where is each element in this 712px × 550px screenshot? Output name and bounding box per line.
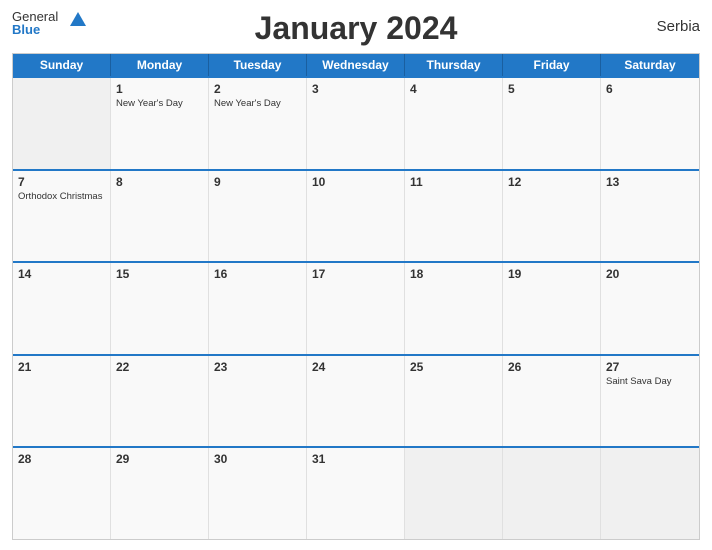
day-number: 11: [410, 175, 497, 189]
day-number: 26: [508, 360, 595, 374]
calendar-week: 14 15 16 17 18 19 20: [13, 261, 699, 354]
day-number: 8: [116, 175, 203, 189]
page: General Blue January 2024 Serbia SundayM…: [0, 0, 712, 550]
day-number: 13: [606, 175, 694, 189]
calendar-cell: 2 New Year's Day: [209, 78, 307, 169]
calendar-cell: 23: [209, 356, 307, 447]
calendar-cell: 25: [405, 356, 503, 447]
day-number: 25: [410, 360, 497, 374]
calendar-cell: 18: [405, 263, 503, 354]
calendar-cell: 21: [13, 356, 111, 447]
day-number: 15: [116, 267, 203, 281]
day-of-week-header: Sunday: [13, 54, 111, 76]
calendar-cell: 16: [209, 263, 307, 354]
calendar-cell: 4: [405, 78, 503, 169]
day-number: 12: [508, 175, 595, 189]
event-label: Saint Sava Day: [606, 376, 694, 388]
calendar-cell: [601, 448, 699, 539]
calendar-cell: 15: [111, 263, 209, 354]
day-number: 10: [312, 175, 399, 189]
calendar-body: 1 New Year's Day 2 New Year's Day 3456 7 Ortho…: [13, 76, 699, 539]
calendar-cell: 28: [13, 448, 111, 539]
calendar-cell: 9: [209, 171, 307, 262]
day-number: 24: [312, 360, 399, 374]
calendar-header: General Blue January 2024 Serbia: [12, 10, 700, 47]
calendar-week: 7 Orthodox Christmas 89 10 11 12 13: [13, 169, 699, 262]
calendar-cell: 19: [503, 263, 601, 354]
event-label: Orthodox Christmas: [18, 191, 105, 203]
calendar-cell: [13, 78, 111, 169]
day-number: 2: [214, 82, 301, 96]
day-number: 9: [214, 175, 301, 189]
calendar-cell: 1 New Year's Day: [111, 78, 209, 169]
calendar-week: 1 New Year's Day 2 New Year's Day 3456: [13, 76, 699, 169]
calendar-cell: 3: [307, 78, 405, 169]
event-label: New Year's Day: [214, 98, 301, 110]
calendar-cell: 11: [405, 171, 503, 262]
event-label: New Year's Day: [116, 98, 203, 110]
calendar-cell: 27 Saint Sava Day: [601, 356, 699, 447]
day-number: 5: [508, 82, 595, 96]
country-label: Serbia: [657, 18, 700, 35]
day-number: 6: [606, 82, 694, 96]
logo-triangle-icon: [70, 12, 86, 26]
day-of-week-header: Monday: [111, 54, 209, 76]
calendar-cell: 31: [307, 448, 405, 539]
calendar-cell: 13: [601, 171, 699, 262]
day-number: 30: [214, 452, 301, 466]
calendar-cell: 17: [307, 263, 405, 354]
calendar-cell: [503, 448, 601, 539]
day-number: 22: [116, 360, 203, 374]
calendar-cell: 29: [111, 448, 209, 539]
calendar-header-row: SundayMondayTuesdayWednesdayThursdayFrid…: [13, 54, 699, 76]
calendar-cell: 24: [307, 356, 405, 447]
calendar-cell: [405, 448, 503, 539]
day-number: 14: [18, 267, 105, 281]
calendar-cell: 26: [503, 356, 601, 447]
day-number: 7: [18, 175, 105, 189]
day-number: 23: [214, 360, 301, 374]
calendar-cell: 30: [209, 448, 307, 539]
day-number: 28: [18, 452, 105, 466]
day-of-week-header: Thursday: [405, 54, 503, 76]
day-number: 27: [606, 360, 694, 374]
day-number: 20: [606, 267, 694, 281]
calendar-cell: 10: [307, 171, 405, 262]
day-number: 29: [116, 452, 203, 466]
calendar-grid: SundayMondayTuesdayWednesdayThursdayFrid…: [12, 53, 700, 540]
logo-blue-text: Blue: [12, 23, 58, 36]
day-number: 18: [410, 267, 497, 281]
day-number: 1: [116, 82, 203, 96]
day-number: 21: [18, 360, 105, 374]
day-number: 3: [312, 82, 399, 96]
day-number: 19: [508, 267, 595, 281]
calendar-cell: 7 Orthodox Christmas: [13, 171, 111, 262]
calendar-cell: 6: [601, 78, 699, 169]
calendar-cell: 22: [111, 356, 209, 447]
calendar-cell: 12: [503, 171, 601, 262]
logo: General Blue: [12, 10, 58, 36]
calendar-cell: 8: [111, 171, 209, 262]
calendar-cell: 5: [503, 78, 601, 169]
day-of-week-header: Friday: [503, 54, 601, 76]
calendar-cell: 14: [13, 263, 111, 354]
day-number: 17: [312, 267, 399, 281]
calendar-cell: 20: [601, 263, 699, 354]
day-number: 4: [410, 82, 497, 96]
calendar-title: January 2024: [255, 10, 458, 47]
day-of-week-header: Tuesday: [209, 54, 307, 76]
day-of-week-header: Saturday: [601, 54, 699, 76]
day-of-week-header: Wednesday: [307, 54, 405, 76]
calendar-week: 28 29 30 31: [13, 446, 699, 539]
calendar-week: 21 22 23 24 25 26 27 Saint Sava Day: [13, 354, 699, 447]
day-number: 16: [214, 267, 301, 281]
day-number: 31: [312, 452, 399, 466]
